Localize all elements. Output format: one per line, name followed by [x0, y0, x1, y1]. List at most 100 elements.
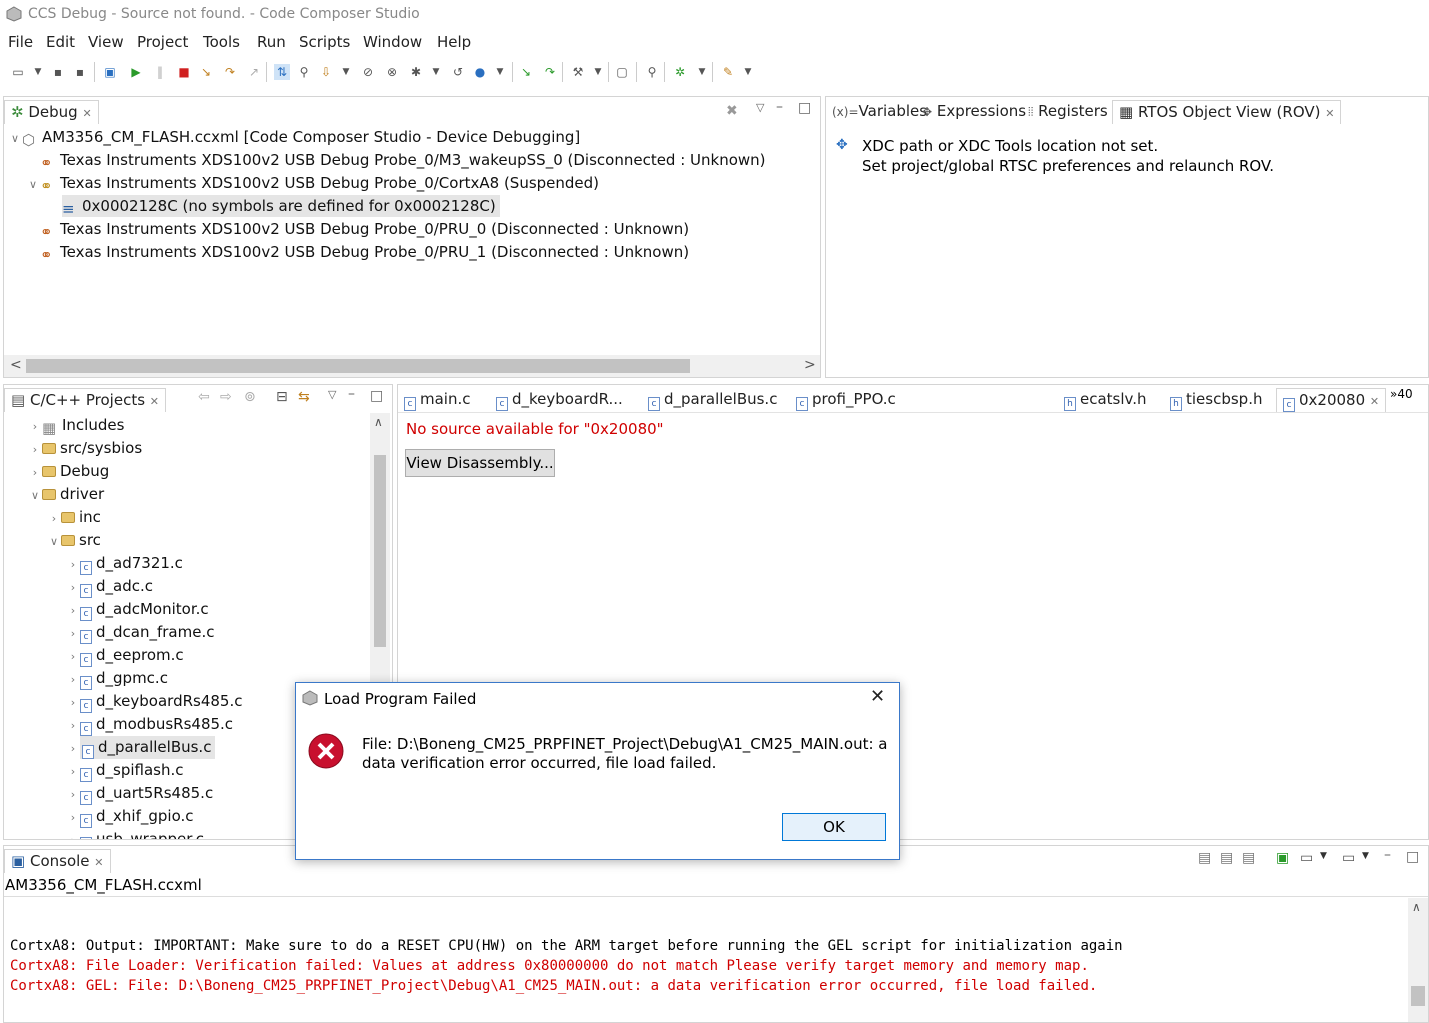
editor-tab-ecatslv[interactable]: h ecatslv.h: [1058, 388, 1153, 412]
tree-item-file[interactable]: › c d_eeprom.c: [66, 644, 184, 667]
maximize-icon[interactable]: □: [370, 388, 383, 404]
terminate-icon[interactable]: ■: [176, 64, 192, 80]
new-icon[interactable]: ▭: [10, 64, 26, 80]
maximize-icon[interactable]: □: [798, 100, 811, 116]
step-asm-over-icon[interactable]: ↷: [542, 64, 558, 80]
debug-bug-icon[interactable]: ✲: [672, 64, 688, 80]
search-icon[interactable]: ⚲: [644, 64, 660, 80]
run-dropdown-icon[interactable]: ▼: [492, 64, 508, 80]
console-scrollbar[interactable]: ∧: [1408, 898, 1428, 1022]
save-icon[interactable]: ▪: [50, 64, 66, 80]
ok-button[interactable]: OK: [782, 813, 886, 841]
minimize-icon[interactable]: –: [776, 99, 783, 115]
tree-item-ccxml[interactable]: ∨ ⬡ AM3356_CM_FLASH.ccxml [Code Composer S…: [8, 126, 580, 149]
load-program-icon[interactable]: ⇩: [318, 64, 334, 80]
collapse-all-icon[interactable]: ⊟: [276, 389, 288, 405]
view-disassembly-button[interactable]: View Disassembly...: [405, 449, 555, 477]
scroll-left-icon[interactable]: <: [10, 357, 22, 373]
new-console-dropdown-icon[interactable]: ▼: [1362, 851, 1369, 861]
tab-rov[interactable]: ▦ RTOS Object View (ROV) ✕: [1112, 100, 1342, 124]
maximize-icon[interactable]: □: [1406, 849, 1419, 865]
horizontal-scrollbar[interactable]: < >: [4, 355, 820, 377]
step-return-icon[interactable]: ↗: [246, 64, 262, 80]
link-editor-icon[interactable]: ⇆: [298, 389, 310, 405]
editor-tab-main[interactable]: c main.c: [398, 388, 477, 412]
debug-view-icon[interactable]: ▣: [102, 64, 118, 80]
forward-icon[interactable]: ⇨: [220, 389, 232, 405]
tree-item-file[interactable]: › c d_adc.c: [66, 575, 153, 598]
tab-overflow[interactable]: »40: [1390, 387, 1413, 401]
dialog-close-icon[interactable]: ✕: [870, 686, 885, 707]
tree-item-file[interactable]: › c d_dcan_frame.c: [66, 621, 214, 644]
scroll-up-icon[interactable]: ∧: [1412, 900, 1421, 914]
tab-registers[interactable]: ⦙⦙ Registers: [1022, 100, 1114, 124]
tree-item-includes[interactable]: › ▦ Includes: [28, 414, 125, 437]
editor-tab-profi[interactable]: c profi_PPO.c: [790, 388, 902, 412]
tree-item-pru0[interactable]: ⚭ Texas Instruments XDS100v2 USB Debug Pr…: [26, 218, 689, 241]
step-over-icon[interactable]: ↷: [222, 64, 238, 80]
word-wrap-icon[interactable]: ▤: [1242, 850, 1255, 866]
menu-view[interactable]: View: [88, 33, 124, 51]
editor-tab-keyboard[interactable]: c d_keyboardR...: [490, 388, 629, 412]
scroll-up-icon[interactable]: ∧: [374, 415, 383, 429]
reset-icon[interactable]: ⚲: [296, 64, 312, 80]
menu-edit[interactable]: Edit: [46, 33, 75, 51]
tree-item-file[interactable]: › c d_keyboardRs485.c: [66, 690, 242, 713]
step-asm-into-icon[interactable]: ↘: [518, 64, 534, 80]
bug-dropdown-icon[interactable]: ▼: [428, 64, 444, 80]
tree-item-src[interactable]: ∨ src: [47, 529, 101, 551]
view-menu-icon[interactable]: ▽: [756, 101, 764, 114]
external-tools-icon[interactable]: ✎: [720, 64, 736, 80]
tree-item-file[interactable]: › c d_xhif_gpio.c: [66, 805, 194, 828]
tree-item-file-selected[interactable]: › c d_parallelBus.c: [66, 736, 216, 759]
up-icon[interactable]: ⊚: [244, 389, 256, 405]
menu-run[interactable]: Run: [257, 33, 286, 51]
tab-projects[interactable]: ▤ C/C++ Projects ✕: [4, 388, 167, 412]
tree-item-file[interactable]: › c d_gpmc.c: [66, 667, 168, 690]
menu-file[interactable]: File: [8, 33, 33, 51]
clear-console-icon[interactable]: ▤: [1198, 850, 1211, 866]
tree-item-driver[interactable]: ∨ driver: [28, 483, 104, 505]
pin-console-icon[interactable]: ▣: [1276, 850, 1289, 866]
connect-icon[interactable]: ⇅: [274, 64, 290, 80]
tree-item-file[interactable]: ›cusb_wrapper.c: [66, 828, 204, 839]
scroll-lock-icon[interactable]: ▤: [1220, 850, 1233, 866]
tree-item-file[interactable]: › c d_ad7321.c: [66, 552, 183, 575]
tree-item-src-sysbios[interactable]: › src/sysbios: [28, 437, 142, 459]
tree-item-cortxa8[interactable]: ∨ ⚭ Texas Instruments XDS100v2 USB Debug P…: [26, 172, 599, 195]
menu-window[interactable]: Window: [363, 33, 422, 51]
scroll-right-icon[interactable]: >: [804, 357, 816, 373]
menu-project[interactable]: Project: [137, 33, 188, 51]
minimize-icon[interactable]: –: [348, 386, 355, 402]
tree-item-file[interactable]: › c d_spiflash.c: [66, 759, 184, 782]
menu-tools[interactable]: Tools: [203, 33, 240, 51]
display-console-icon[interactable]: ▭: [1300, 850, 1313, 866]
save-all-icon[interactable]: ▪: [72, 64, 88, 80]
editor-tab-0x20080[interactable]: c 0x20080 ✕: [1276, 388, 1387, 412]
breakpoint-icon[interactable]: ⊘: [360, 64, 376, 80]
new-console-icon[interactable]: ▭: [1342, 850, 1355, 866]
debug-dropdown-icon[interactable]: ▼: [694, 64, 710, 80]
tab-console[interactable]: ▣ Console ✕: [4, 849, 111, 873]
back-icon[interactable]: ⇦: [198, 389, 210, 405]
tab-expressions[interactable]: ✥ Expressions: [916, 100, 1032, 124]
menu-scripts[interactable]: Scripts: [299, 33, 350, 51]
display-dropdown-icon[interactable]: ▼: [1320, 851, 1327, 861]
tree-item-file[interactable]: › c d_modbusRs485.c: [66, 713, 233, 736]
tree-item-file[interactable]: › c d_uart5Rs485.c: [66, 782, 213, 805]
view-menu-icon[interactable]: ▽: [328, 388, 336, 401]
tab-debug[interactable]: ✲ Debug ✕: [4, 100, 99, 124]
tree-item-debug[interactable]: › Debug: [28, 460, 110, 482]
build-dropdown-icon[interactable]: ▼: [590, 64, 606, 80]
load-dropdown-icon[interactable]: ▼: [338, 64, 354, 80]
bug-icon[interactable]: ✱: [408, 64, 424, 80]
restart-icon[interactable]: ↺: [450, 64, 466, 80]
skip-breakpoints-icon[interactable]: ⊗: [384, 64, 400, 80]
window-icon[interactable]: ▢: [614, 64, 630, 80]
external-dropdown-icon[interactable]: ▼: [740, 64, 756, 80]
editor-tab-parallelbus[interactable]: c d_parallelBus.c: [642, 388, 783, 412]
dropdown-icon[interactable]: ▼: [30, 64, 46, 80]
menu-help[interactable]: Help: [437, 33, 471, 51]
resume-icon[interactable]: ▶: [128, 64, 144, 80]
tree-item-m3[interactable]: ⚭ Texas Instruments XDS100v2 USB Debug Pr…: [26, 149, 766, 172]
